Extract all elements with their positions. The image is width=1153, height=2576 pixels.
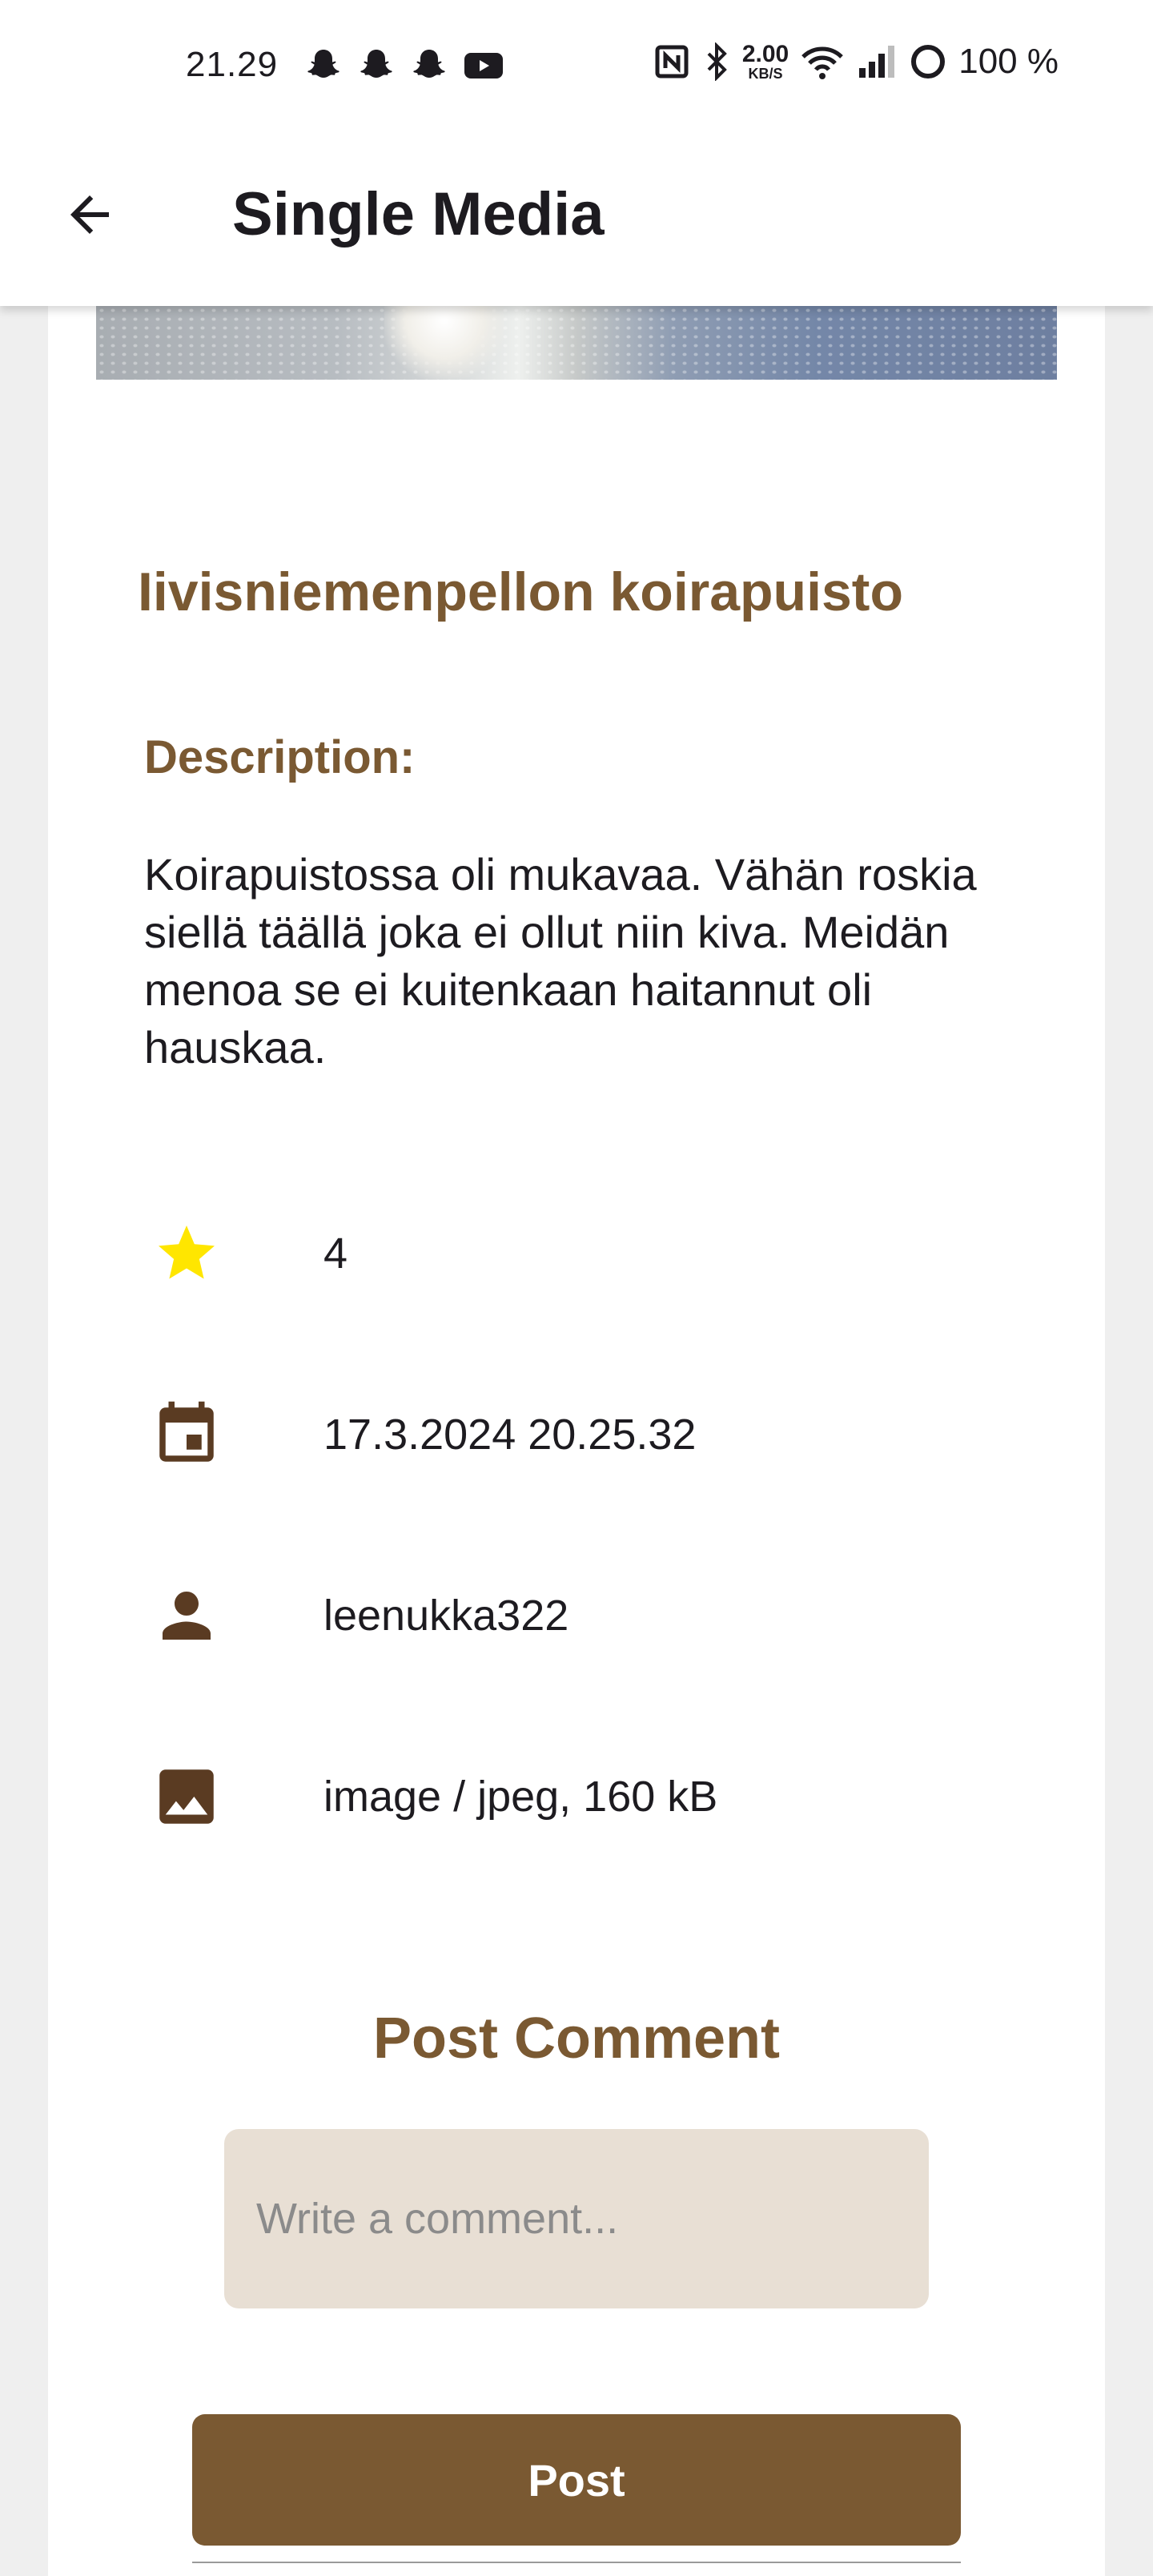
- youtube-icon: [464, 53, 503, 78]
- signal-icon: [859, 46, 895, 78]
- status-time: 21.29: [186, 45, 279, 84]
- battery-level: 100 %: [958, 42, 1059, 81]
- battery-icon: [911, 45, 946, 78]
- network-speed: 2.00 KB/S: [741, 41, 789, 82]
- description-label: Description:: [144, 731, 416, 783]
- user-row: leenukka322: [144, 1572, 1025, 1660]
- nfc-icon: [655, 45, 689, 78]
- snapchat-icon: [307, 50, 339, 78]
- page-title: Single Media: [232, 180, 605, 248]
- image-icon: [144, 1754, 229, 1839]
- wifi-icon: [801, 46, 844, 79]
- calendar-icon: [144, 1392, 229, 1477]
- divider: [192, 2562, 961, 2563]
- rating-value: 4: [323, 1230, 348, 1278]
- username-value: leenukka322: [323, 1592, 569, 1640]
- network-speed-unit: KB/S: [748, 66, 783, 82]
- system-status-icons: 2.00 KB/S 100 %: [653, 42, 1059, 82]
- date-row: 17.3.2024 20.25.32: [144, 1391, 1025, 1479]
- snapchat-icon: [413, 50, 445, 78]
- media-image: [96, 306, 1057, 380]
- person-icon: [144, 1573, 229, 1658]
- star-icon: [144, 1211, 229, 1296]
- back-button[interactable]: [48, 173, 131, 256]
- post-comment-heading: Post Comment: [372, 2006, 781, 2071]
- post-button[interactable]: Post: [192, 2414, 961, 2546]
- media-card: Iivisniemenpellon koirapuisto Descriptio…: [48, 306, 1105, 2576]
- date-value: 17.3.2024 20.25.32: [323, 1411, 697, 1459]
- bluetooth-icon: [707, 42, 727, 81]
- file-info-row: image / jpeg, 160 kB: [144, 1753, 1025, 1841]
- comment-input[interactable]: [224, 2129, 929, 2308]
- status-bar: 21.29 2.00 KB/S 100 %: [0, 0, 1153, 133]
- rating-row: 4: [144, 1210, 1025, 1298]
- description-text: Koirapuistossa oli mukavaa. Vähän roskia…: [144, 849, 977, 1073]
- snapchat-icon: [360, 50, 392, 78]
- notification-icons: [304, 46, 504, 85]
- arrow-back-icon: [70, 195, 109, 234]
- file-info-value: image / jpeg, 160 kB: [323, 1773, 718, 1821]
- media-title: Iivisniemenpellon koirapuisto: [138, 561, 903, 622]
- network-speed-value: 2.00: [741, 41, 789, 67]
- app-bar: Single Media: [0, 133, 1153, 306]
